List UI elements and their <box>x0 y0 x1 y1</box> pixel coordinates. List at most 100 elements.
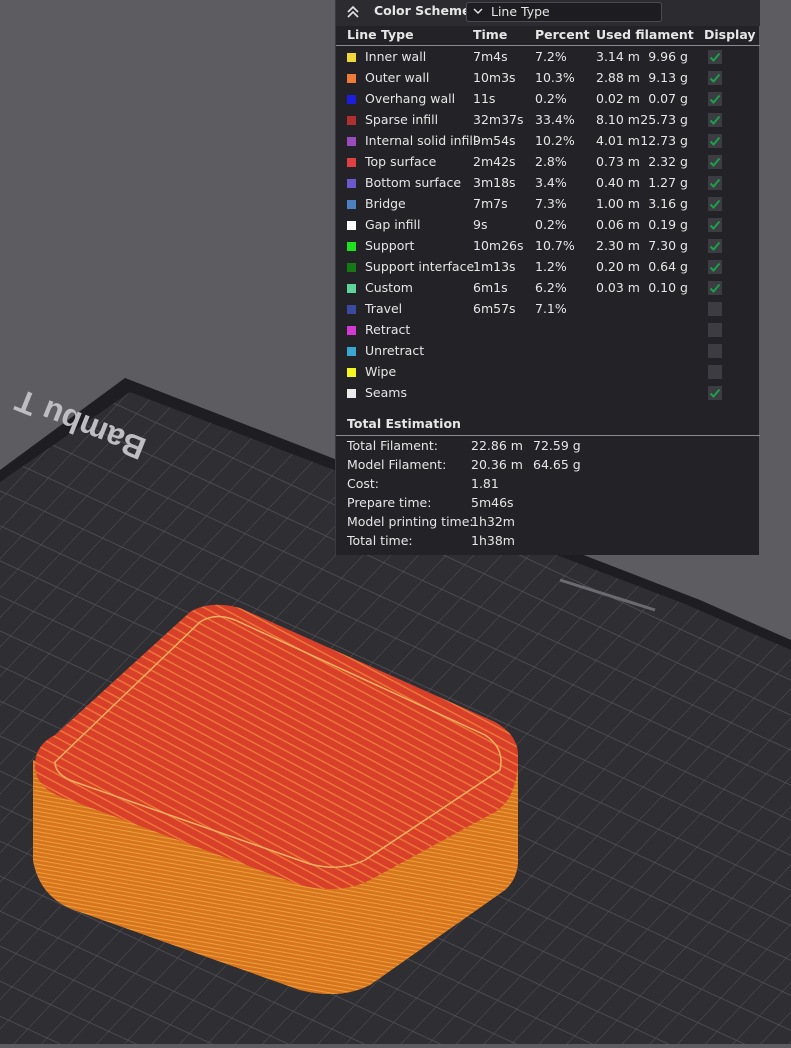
display-checkbox[interactable] <box>708 134 722 148</box>
legend-row: Outer wall 10m3s 10.3% 2.88 m 9.13 g <box>336 68 760 89</box>
total-label: Model printing time: <box>347 514 474 529</box>
line-percent: 10.2% <box>535 133 575 148</box>
total-row: Prepare time: 5m46s <box>336 495 760 514</box>
checkmark-icon <box>709 73 721 83</box>
line-type-name: Custom <box>365 280 413 295</box>
line-weight: 9.13 g <box>648 70 688 85</box>
total-row: Cost: 1.81 <box>336 476 760 495</box>
display-checkbox[interactable] <box>708 281 722 295</box>
display-checkbox[interactable] <box>708 155 722 169</box>
line-weight: 3.16 g <box>648 196 688 211</box>
total-label: Total time: <box>347 533 413 548</box>
display-checkbox[interactable] <box>708 197 722 211</box>
line-percent: 0.2% <box>535 91 567 106</box>
line-percent: 1.2% <box>535 259 567 274</box>
line-type-name: Unretract <box>365 343 425 358</box>
line-length: 0.20 m <box>596 259 640 274</box>
legend-row: Retract <box>336 320 760 341</box>
total-divider <box>336 435 760 436</box>
display-checkbox[interactable] <box>708 386 722 400</box>
header-line-type: Line Type <box>347 27 414 42</box>
line-length: 0.73 m <box>596 154 640 169</box>
checkmark-icon <box>709 220 721 230</box>
line-time: 11s <box>473 91 496 106</box>
line-color-swatch <box>347 116 356 125</box>
checkmark-icon <box>709 178 721 188</box>
total-row: Model printing time: 1h32m <box>336 514 760 533</box>
total-secondary-value: 72.59 g <box>533 438 581 453</box>
color-scheme-select[interactable]: Line Type <box>466 2 662 22</box>
line-percent: 2.8% <box>535 154 567 169</box>
double-chevron-up-icon[interactable] <box>346 4 360 20</box>
line-length: 0.40 m <box>596 175 640 190</box>
line-time: 7m7s <box>473 196 508 211</box>
display-checkbox[interactable] <box>708 71 722 85</box>
line-weight: 0.07 g <box>648 91 688 106</box>
color-scheme-title: Color Scheme <box>374 3 471 18</box>
display-checkbox[interactable] <box>708 323 722 337</box>
line-type-name: Inner wall <box>365 49 427 64</box>
gcode-legend-panel: Color Scheme Line Type Line Type Time Pe… <box>335 0 760 555</box>
display-checkbox[interactable] <box>708 176 722 190</box>
line-weight: 12.73 g <box>640 133 688 148</box>
line-time: 1m13s <box>473 259 516 274</box>
line-color-swatch <box>347 347 356 356</box>
line-length: 2.30 m <box>596 238 640 253</box>
line-type-name: Wipe <box>365 364 397 379</box>
checkmark-icon <box>709 388 721 398</box>
display-checkbox[interactable] <box>708 365 722 379</box>
checkmark-icon <box>709 136 721 146</box>
display-checkbox[interactable] <box>708 344 722 358</box>
line-weight: 0.10 g <box>648 280 688 295</box>
legend-row: Seams <box>336 383 760 404</box>
line-type-name: Bridge <box>365 196 406 211</box>
display-checkbox[interactable] <box>708 302 722 316</box>
display-checkbox[interactable] <box>708 92 722 106</box>
legend-row: Travel 6m57s 7.1% <box>336 299 760 320</box>
line-color-swatch <box>347 242 356 251</box>
total-value: 1h38m <box>471 533 515 548</box>
legend-row: Unretract <box>336 341 760 362</box>
line-time: 10m26s <box>473 238 524 253</box>
legend-row: Bottom surface 3m18s 3.4% 0.40 m 1.27 g <box>336 173 760 194</box>
display-checkbox[interactable] <box>708 239 722 253</box>
chevron-down-icon <box>473 8 483 14</box>
legend-row: Top surface 2m42s 2.8% 0.73 m 2.32 g <box>336 152 760 173</box>
line-type-name: Sparse infill <box>365 112 439 127</box>
line-color-swatch <box>347 221 356 230</box>
line-type-name: Support interface <box>365 259 475 274</box>
line-length: 4.01 m <box>596 133 640 148</box>
line-type-name: Travel <box>365 301 403 316</box>
line-percent: 10.3% <box>535 70 575 85</box>
total-estimation-title: Total Estimation <box>347 416 461 431</box>
line-type-name: Seams <box>365 385 407 400</box>
checkmark-icon <box>709 283 721 293</box>
display-checkbox[interactable] <box>708 50 722 64</box>
header-used-filament: Used filament <box>596 27 694 42</box>
line-percent: 0.2% <box>535 217 567 232</box>
total-label: Total Filament: <box>347 438 438 453</box>
line-length: 0.03 m <box>596 280 640 295</box>
line-type-name: Retract <box>365 322 411 337</box>
line-percent: 7.3% <box>535 196 567 211</box>
display-checkbox[interactable] <box>708 260 722 274</box>
checkmark-icon <box>709 241 721 251</box>
line-percent: 7.1% <box>535 301 567 316</box>
total-row: Total Filament: 22.86 m 72.59 g <box>336 438 760 457</box>
legend-row: Custom 6m1s 6.2% 0.03 m 0.10 g <box>336 278 760 299</box>
total-value: 1h32m <box>471 514 515 529</box>
total-value: 5m46s <box>471 495 514 510</box>
line-time: 3m18s <box>473 175 516 190</box>
line-color-swatch <box>347 389 356 398</box>
total-label: Prepare time: <box>347 495 432 510</box>
header-percent: Percent <box>535 27 590 42</box>
line-color-swatch <box>347 74 356 83</box>
display-checkbox[interactable] <box>708 218 722 232</box>
line-length: 0.06 m <box>596 217 640 232</box>
line-percent: 7.2% <box>535 49 567 64</box>
line-color-swatch <box>347 326 356 335</box>
display-checkbox[interactable] <box>708 113 722 127</box>
line-color-swatch <box>347 53 356 62</box>
line-weight: 0.19 g <box>648 217 688 232</box>
line-color-swatch <box>347 158 356 167</box>
